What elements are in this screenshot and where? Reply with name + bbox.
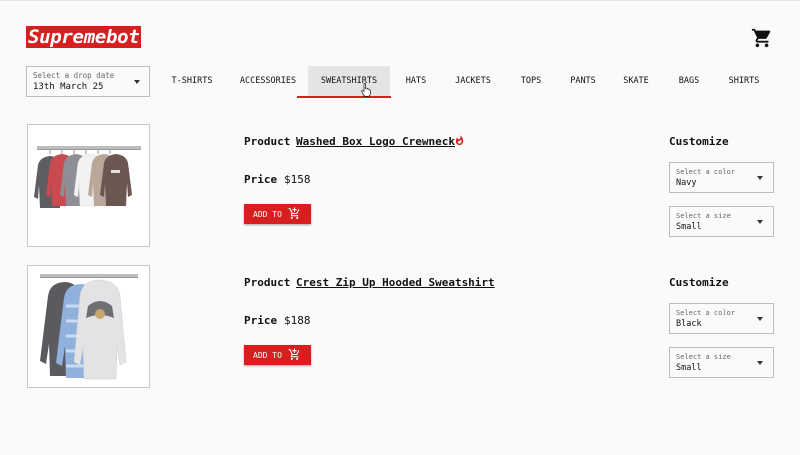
add-to-cart-label: ADD TO — [253, 210, 282, 219]
price-label: Price — [244, 173, 278, 186]
drop-date-value: 13th March 25 — [33, 82, 104, 92]
customize-heading: Customize — [669, 276, 729, 289]
size-select-value: Small — [676, 363, 702, 373]
tab-jackets[interactable]: JACKETS — [451, 66, 495, 97]
tab-accessories[interactable]: ACCESSORIES — [234, 66, 302, 97]
drop-date-label: Select a drop date — [33, 71, 115, 80]
chevron-down-icon — [757, 176, 763, 180]
product-label: Product — [244, 276, 291, 289]
tab-skate[interactable]: SKATE — [617, 66, 655, 97]
cart-icon[interactable] — [751, 27, 773, 49]
add-cart-icon — [288, 207, 300, 219]
tab-shirts[interactable]: SHIRTS — [722, 66, 766, 97]
crewneck-rack-image — [28, 125, 149, 246]
chevron-down-icon — [134, 80, 140, 84]
tab-pants[interactable]: PANTS — [564, 66, 602, 97]
size-select-label: Select a size — [676, 353, 731, 361]
hoodie-rack-image — [28, 266, 149, 387]
chevron-down-icon — [757, 220, 763, 224]
color-select[interactable]: Select a color Black — [669, 303, 774, 334]
color-select[interactable]: Select a color Navy — [669, 162, 774, 193]
size-select[interactable]: Select a size Small — [669, 206, 774, 237]
add-cart-icon — [288, 348, 300, 360]
chevron-down-icon — [757, 361, 763, 365]
brand-logo[interactable]: Supremebot — [26, 26, 142, 48]
size-select-value: Small — [676, 222, 702, 232]
price-value: $158 — [284, 173, 311, 186]
tab-t-shirts[interactable]: T-SHIRTS — [160, 66, 224, 97]
drop-date-select[interactable]: Select a drop date 13th March 25 — [26, 66, 150, 97]
active-tab-indicator — [297, 96, 391, 98]
color-select-value: Navy — [676, 178, 697, 188]
tab-hats[interactable]: HATS — [398, 66, 434, 97]
size-select[interactable]: Select a size Small — [669, 347, 774, 378]
product-name-link[interactable]: Crest Zip Up Hooded Sweatshirt — [296, 276, 495, 289]
size-select-label: Select a size — [676, 212, 731, 220]
product-name-link[interactable]: Washed Box Logo Crewneck — [296, 135, 455, 148]
add-to-cart-button[interactable]: ADD TO — [244, 204, 311, 224]
product-image[interactable] — [27, 124, 150, 247]
category-tabs: T-SHIRTS ACCESSORIES SWEATSHIRTS HATS JA… — [160, 66, 780, 97]
product-label: Product — [244, 135, 291, 148]
price-value: $188 — [284, 314, 311, 327]
top-divider — [0, 0, 800, 1]
chevron-down-icon — [757, 317, 763, 321]
add-to-cart-button[interactable]: ADD TO — [244, 345, 311, 365]
customize-heading: Customize — [669, 135, 729, 148]
tab-sweatshirts[interactable]: SWEATSHIRTS — [308, 66, 390, 97]
price-label: Price — [244, 314, 278, 327]
hand-cursor-icon — [361, 83, 371, 97]
tab-bags[interactable]: BAGS — [672, 66, 706, 97]
color-select-label: Select a color — [676, 168, 736, 176]
product-image[interactable] — [27, 265, 150, 388]
color-select-label: Select a color — [676, 309, 736, 317]
add-to-cart-label: ADD TO — [253, 351, 282, 360]
color-select-value: Black — [676, 319, 702, 329]
fire-icon — [455, 135, 464, 146]
tab-tops[interactable]: TOPS — [514, 66, 548, 97]
